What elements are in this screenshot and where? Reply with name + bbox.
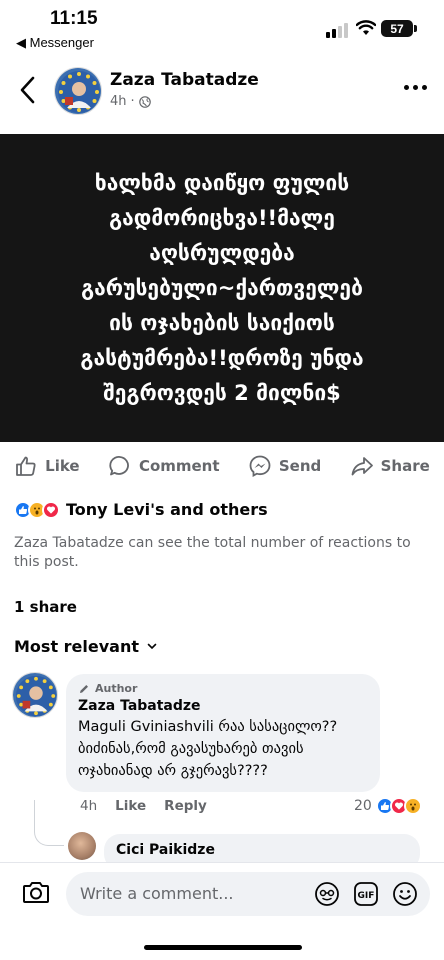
comment-text: Maguli Gviniashvili რაა სასაცილო?? ბიძინ… [78, 716, 368, 782]
back-to-messenger-link[interactable]: ◀ Messenger [16, 35, 94, 51]
pen-icon [80, 684, 88, 693]
comment-like-button[interactable]: Like [115, 798, 146, 814]
avatar-sticker-icon[interactable] [314, 881, 340, 907]
globe-icon [138, 95, 151, 108]
reactions-notice: Zaza Tabatadze can see the total number … [14, 535, 411, 570]
comment-reactions[interactable]: 20 [354, 797, 422, 815]
love-reaction-icon [42, 500, 60, 519]
wifi-icon [356, 20, 376, 35]
comment-sort-dropdown[interactable]: Most relevant [14, 637, 157, 656]
share-button[interactable]: Share [350, 454, 430, 478]
post-text-line: გარუსებული~ქართველებ [81, 275, 363, 300]
comment-text-line: ოჯახიანად არ გჯერავს???? [78, 763, 268, 779]
share-count[interactable]: 1 share [14, 598, 77, 616]
post-text-line: გადმორიცხვა!!მალე [109, 205, 335, 230]
comment-author-avatar[interactable] [12, 672, 58, 718]
post-time: 4h [110, 94, 127, 109]
like-label: Like [45, 457, 80, 475]
share-arrow-icon [351, 457, 373, 476]
comment-author-name[interactable]: Zaza Tabatadze [78, 698, 368, 714]
post-text-line: აღსრულდება [149, 240, 295, 265]
post-image[interactable]: ხალხმა დაიწყო ფულის გადმორიცხვა!!მალე აღ… [0, 134, 444, 442]
comment-button[interactable]: Comment [108, 454, 220, 478]
camera-icon[interactable] [22, 879, 50, 905]
reactions-summary-text: Tony Levi's and others [66, 500, 268, 519]
sort-label: Most relevant [14, 637, 139, 656]
comment-composer: Write a comment... GIF [0, 862, 444, 960]
chevron-down-icon [147, 643, 157, 650]
post-header: Zaza Tabatadze 4h · [0, 60, 444, 122]
back-chevron-icon[interactable] [14, 72, 44, 108]
wow-reaction-icon [403, 797, 422, 815]
comment-time: 4h [80, 798, 98, 814]
comment-label: Comment [138, 457, 220, 475]
author-avatar[interactable] [54, 67, 102, 115]
composer-icons: GIF [314, 881, 418, 907]
send-button[interactable]: Send [248, 454, 321, 478]
comment-input[interactable]: Write a comment... GIF [66, 872, 430, 916]
more-options-icon[interactable] [404, 85, 427, 90]
send-label: Send [278, 457, 322, 475]
post-text-line: შეგროვდეს 2 მილნი$ [103, 380, 341, 405]
post-text-line: გასტუმრება!!დროზე უნდა [80, 345, 364, 370]
post-text-line: ხალხმა დაიწყო ფულის [94, 170, 350, 195]
home-indicator[interactable] [144, 945, 302, 950]
author-name[interactable]: Zaza Tabatadze [110, 70, 259, 90]
author-badge: Author [78, 682, 368, 695]
share-label: Share [380, 457, 430, 475]
comment-bubble[interactable]: Author Zaza Tabatadze Maguli Gviniashvil… [66, 674, 380, 792]
comment-text-line: ბიძინას,რომ გავასუხარებ თავის [78, 741, 304, 757]
comment-meta: 4h Like Reply [80, 798, 207, 814]
post-actions: Like Comment Send Share [0, 448, 444, 484]
status-bar: 11:15 ◀ Messenger 57 [0, 0, 444, 56]
thumbs-up-icon [16, 456, 36, 476]
battery-icon: 57 [381, 20, 417, 37]
gif-label: GIF [358, 891, 375, 901]
gif-icon[interactable]: GIF [353, 881, 379, 907]
messenger-icon [249, 455, 271, 478]
comment-text-line: Maguli Gviniashvili რაა სასაცილო?? [78, 719, 338, 735]
like-button[interactable]: Like [14, 454, 80, 478]
meta-separator: · [130, 94, 135, 109]
signal-icon [326, 23, 348, 38]
thread-connector [34, 800, 64, 846]
post-meta: 4h · [110, 94, 151, 109]
comment-reply-button[interactable]: Reply [164, 798, 207, 814]
author-badge-label: Author [95, 682, 138, 695]
post-text-line: ის ოჯახების საიქიოს [109, 310, 335, 335]
comment-input-placeholder: Write a comment... [80, 884, 234, 903]
comment-reaction-count: 20 [354, 798, 372, 814]
post-text: ხალხმა დაიწყო ფულის გადმორიცხვა!!მალე აღ… [12, 166, 432, 411]
clock: 11:15 [50, 8, 98, 29]
comment-bubble-icon [109, 456, 129, 476]
reply-author-name[interactable]: Cici Paikidze [116, 842, 408, 858]
reply-author-avatar[interactable] [68, 832, 96, 860]
reactions-summary[interactable]: Tony Levi's and others [14, 500, 268, 519]
emoji-icon[interactable] [392, 881, 418, 907]
